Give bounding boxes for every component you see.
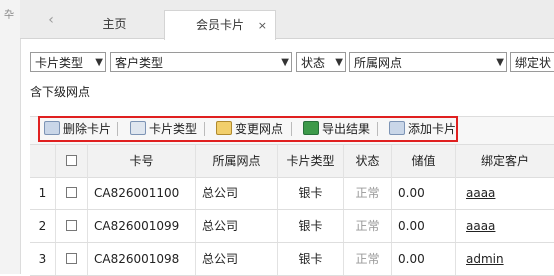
left-collapse-strip[interactable]: 卆 [0,0,21,274]
branch-select-value: 所属网点 [354,56,403,70]
status-select[interactable]: 状态 ▼ [296,52,346,72]
row-checkbox[interactable] [66,253,77,264]
card-type-label: 卡片类型 [149,122,198,136]
toolbar-divider [117,122,118,136]
delete-card-button[interactable]: 删除卡片 [44,120,111,138]
card-number: CA826001098 [88,243,196,275]
row-select[interactable] [56,210,88,242]
delete-card-icon [44,121,60,135]
card-number: CA826001100 [88,177,196,209]
tab-home[interactable]: 主页 [67,10,162,39]
header-card-type[interactable]: 卡片类型 [278,145,344,177]
table-header-row: 卡号 所属网点 卡片类型 状态 储值 绑定客户 [30,144,554,178]
delete-card-label: 删除卡片 [63,122,112,136]
card-type: 银卡 [278,243,344,275]
branch: 总公司 [196,177,278,209]
bound-customer-text[interactable]: admin [466,252,504,266]
bound-customer-text[interactable]: aaaa [466,219,495,233]
header-stored-value[interactable]: 储值 [392,145,456,177]
pin-icon[interactable]: 卆 [4,6,14,21]
branch: 总公司 [196,210,278,242]
toolbar-divider [377,122,378,136]
card-type-button[interactable]: 卡片类型 [130,120,197,138]
bound-customer-link[interactable]: aaaa [456,177,554,209]
toolbar-divider [204,122,205,136]
bind-status-select[interactable]: 绑定状 [510,52,554,72]
include-sub-branch-label[interactable]: 含下级网点 [30,83,90,100]
change-branch-label: 变更网点 [235,122,284,136]
select-all-checkbox[interactable] [66,155,77,166]
status: 正常 [344,243,392,275]
bound-customer-link[interactable]: admin [456,243,554,275]
card-type-select-value: 卡片类型 [35,56,84,70]
change-branch-button[interactable]: 变更网点 [216,120,283,138]
stored-value: 0.00 [392,177,456,209]
card-number: CA826001099 [88,210,196,242]
row-select[interactable] [56,243,88,275]
tab-scroll-left-icon[interactable]: ‹ [43,9,59,31]
chevron-down-icon: ▼ [335,57,343,68]
add-card-label: 添加卡片 [408,122,457,136]
change-branch-icon [216,121,232,135]
bound-customer-text[interactable]: aaaa [466,186,495,200]
status: 正常 [344,210,392,242]
header-branch[interactable]: 所属网点 [196,145,278,177]
row-checkbox[interactable] [66,187,77,198]
table-row[interactable]: 1 CA826001100 总公司 银卡 正常 0.00 aaaa [30,177,554,210]
close-icon[interactable]: × [258,11,267,40]
card-type: 银卡 [278,210,344,242]
header-bound-customer[interactable]: 绑定客户 [456,145,554,177]
header-select-all[interactable] [56,145,88,177]
customer-type-select-value: 客户类型 [115,56,164,70]
row-checkbox[interactable] [66,220,77,231]
export-results-label: 导出结果 [322,122,371,136]
bound-customer-link[interactable]: aaaa [456,210,554,242]
row-index: 2 [30,210,56,242]
card-type-select[interactable]: 卡片类型 ▼ [30,52,106,72]
stored-value: 0.00 [392,210,456,242]
chevron-down-icon: ▼ [496,57,504,68]
status: 正常 [344,177,392,209]
tab-member-label: 会员卡片 [195,18,244,32]
table-row[interactable]: 2 CA826001099 总公司 银卡 正常 0.00 aaaa [30,210,554,243]
stored-value: 0.00 [392,243,456,275]
header-status[interactable]: 状态 [344,145,392,177]
chevron-down-icon: ▼ [281,57,289,68]
row-index: 3 [30,243,56,275]
row-select[interactable] [56,177,88,209]
card-type-icon [130,121,146,135]
tab-bar: ‹ 主页 会员卡片 × [20,0,554,40]
card-type: 银卡 [278,177,344,209]
tab-home-label: 主页 [102,17,127,31]
chevron-down-icon: ▼ [95,57,103,68]
row-index: 1 [30,177,56,209]
branch: 总公司 [196,243,278,275]
toolbar-divider [291,122,292,136]
add-card-icon [389,121,405,135]
table-row[interactable]: 3 CA826001098 总公司 银卡 正常 0.00 admin [30,243,554,276]
header-card-number[interactable]: 卡号 [88,145,196,177]
customer-type-select[interactable]: 客户类型 ▼ [110,52,292,72]
status-select-value: 状态 [301,56,326,70]
add-card-button[interactable]: 添加卡片 [389,120,456,138]
export-results-button[interactable]: 导出结果 [303,120,370,138]
branch-select[interactable]: 所属网点 ▼ [349,52,507,72]
header-index [30,145,56,177]
excel-icon [303,121,319,135]
tab-member-cards[interactable]: 会员卡片 × [164,10,276,40]
bind-status-select-value: 绑定状 [515,56,552,70]
